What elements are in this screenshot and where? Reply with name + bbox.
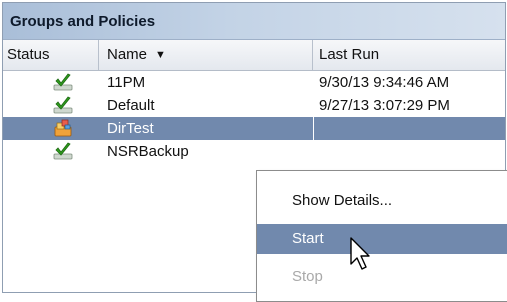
name-cell: Default bbox=[107, 97, 155, 114]
column-header-status-label: Status bbox=[7, 46, 50, 63]
status-cell bbox=[3, 71, 99, 94]
check-icon bbox=[53, 142, 73, 160]
menu-item-start[interactable]: Start bbox=[257, 224, 507, 254]
column-header-name-label: Name bbox=[107, 46, 148, 63]
table-row[interactable]: Default 9/27/13 3:07:29 PM bbox=[3, 94, 505, 117]
last-run-cell bbox=[313, 117, 505, 140]
column-header-name[interactable]: Name ▼ bbox=[99, 40, 313, 70]
table-row[interactable]: 11PM 9/30/13 9:34:46 AM bbox=[3, 71, 505, 94]
panel-title: Groups and Policies bbox=[3, 3, 505, 40]
menu-item-stop: Stop bbox=[292, 268, 323, 285]
mouse-pointer-icon bbox=[350, 237, 370, 270]
last-run-cell: 9/30/13 9:34:46 AM bbox=[319, 74, 450, 91]
running-boxes-icon bbox=[54, 119, 72, 137]
column-header-last-run[interactable]: Last Run bbox=[313, 40, 505, 70]
last-run-cell: 9/27/13 3:07:29 PM bbox=[319, 97, 450, 114]
menu-item-show-details[interactable]: Show Details... bbox=[257, 186, 507, 216]
name-cell: NSRBackup bbox=[107, 143, 189, 160]
name-cell: 11PM bbox=[107, 74, 146, 91]
table-row[interactable]: NSRBackup bbox=[3, 140, 505, 163]
table-header: Status Name ▼ Last Run bbox=[3, 40, 505, 71]
table-row-selected[interactable]: DirTest bbox=[3, 117, 505, 140]
check-icon bbox=[53, 96, 73, 114]
status-cell bbox=[3, 117, 99, 140]
status-cell bbox=[3, 94, 99, 117]
column-header-status[interactable]: Status bbox=[3, 40, 99, 70]
groups-table-body: 11PM 9/30/13 9:34:46 AM Default 9/27/13 … bbox=[3, 71, 505, 163]
context-menu: Show Details... Start Stop bbox=[256, 170, 507, 302]
status-cell bbox=[3, 140, 99, 163]
last-run-cell bbox=[313, 140, 505, 163]
name-cell: DirTest bbox=[107, 120, 154, 137]
column-header-last-run-label: Last Run bbox=[319, 46, 380, 63]
check-icon bbox=[53, 73, 73, 91]
sort-descending-icon: ▼ bbox=[155, 49, 166, 61]
